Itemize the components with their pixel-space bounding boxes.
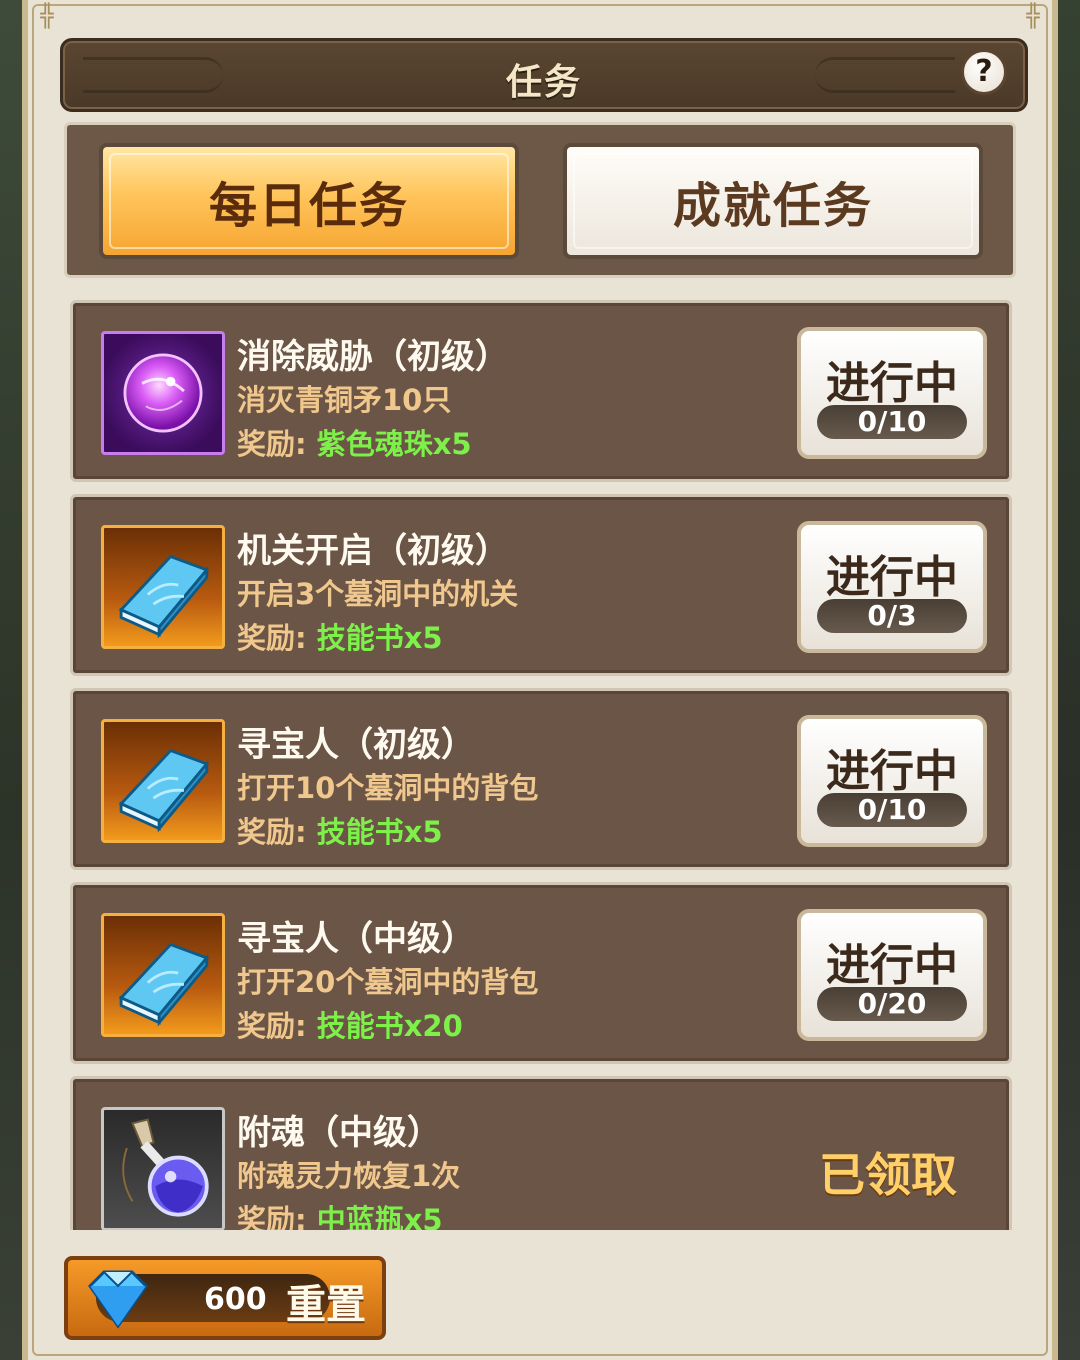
- skill-book-icon: [101, 525, 225, 649]
- task-description: 打开10个墓洞中的背包: [237, 771, 539, 805]
- task-row: 机关开启（初级） 开启3个墓洞中的机关 奖励: 技能书x5 进行中 0/3: [70, 494, 1012, 676]
- task-description: 打开20个墓洞中的背包: [237, 965, 539, 999]
- task-row: 消除威胁（初级） 消灭青铜矛10只 奖励: 紫色魂珠x5 进行中 0/10: [70, 300, 1012, 482]
- reward-value: 技能书x20: [316, 1009, 463, 1043]
- reward-label: 奖励:: [237, 621, 307, 655]
- tab-label: 成就任务: [672, 178, 873, 234]
- task-name: 消除威胁（初级）: [237, 337, 509, 377]
- task-name: 附魂（中级）: [237, 1113, 441, 1153]
- help-icon: ?: [975, 54, 993, 89]
- purple-orb-icon: [101, 331, 225, 455]
- skill-book-icon: [101, 719, 225, 843]
- task-reward: 奖励: 紫色魂珠x5: [237, 421, 472, 463]
- task-reward: 奖励: 技能书x5: [237, 809, 443, 851]
- task-list[interactable]: 消除威胁（初级） 消灭青铜矛10只 奖励: 紫色魂珠x5 进行中 0/10 机关…: [70, 300, 1012, 1230]
- task-reward: 奖励: 技能书x5: [237, 615, 443, 657]
- corner-ornament-icon: ╬: [40, 4, 54, 29]
- blue-potion-icon: [101, 1107, 225, 1230]
- task-status-button[interactable]: 进行中 0/10: [797, 715, 987, 847]
- background-left: [0, 0, 24, 1360]
- title-bar: 任务 ?: [60, 38, 1028, 112]
- reward-value: 技能书x5: [316, 621, 443, 655]
- skill-book-icon: [101, 913, 225, 1037]
- reset-label: 重置: [286, 1282, 366, 1328]
- task-name: 机关开启（初级）: [237, 531, 509, 571]
- tab-label: 每日任务: [208, 178, 409, 234]
- reward-label: 奖励:: [237, 427, 307, 461]
- task-description: 附魂灵力恢复1次: [237, 1159, 461, 1193]
- diamond-icon: [78, 1264, 158, 1334]
- task-name: 寻宝人（初级）: [237, 725, 475, 765]
- task-row: 附魂（中级） 附魂灵力恢复1次 奖励: 中蓝瓶x5 已领取: [70, 1076, 1012, 1230]
- status-label: 进行中: [826, 940, 958, 991]
- reward-label: 奖励:: [237, 1203, 307, 1230]
- tab-achievement-tasks[interactable]: 成就任务: [563, 143, 983, 259]
- task-description: 开启3个墓洞中的机关: [237, 577, 519, 611]
- progress-count: 0/20: [817, 987, 967, 1021]
- task-row: 寻宝人（初级） 打开10个墓洞中的背包 奖励: 技能书x5 进行中 0/10: [70, 688, 1012, 870]
- task-status-button[interactable]: 进行中 0/20: [797, 909, 987, 1041]
- progress-count: 0/3: [817, 599, 967, 633]
- task-row: 寻宝人（中级） 打开20个墓洞中的背包 奖励: 技能书x20 进行中 0/20: [70, 882, 1012, 1064]
- task-status-button[interactable]: 进行中 0/10: [797, 327, 987, 459]
- status-label: 进行中: [826, 552, 958, 603]
- tab-daily-tasks[interactable]: 每日任务: [99, 143, 519, 259]
- claimed-status: 已领取: [819, 1148, 957, 1202]
- corner-ornament-icon: ╬: [1026, 4, 1040, 29]
- task-name: 寻宝人（中级）: [237, 919, 475, 959]
- page-title: 任务: [505, 62, 582, 103]
- status-label: 进行中: [826, 358, 958, 409]
- background-right: [1056, 0, 1080, 1360]
- task-reward: 奖励: 技能书x20: [237, 1003, 463, 1045]
- reward-value: 紫色魂珠x5: [316, 427, 472, 461]
- help-button[interactable]: ?: [961, 49, 1007, 95]
- status-label: 进行中: [826, 746, 958, 797]
- tab-bar: 每日任务 成就任务: [64, 122, 1016, 278]
- gem-cost: 600: [204, 1282, 267, 1317]
- reward-value: 技能书x5: [316, 815, 443, 849]
- progress-count: 0/10: [817, 793, 967, 827]
- reward-value: 中蓝瓶x5: [316, 1203, 443, 1230]
- reward-label: 奖励:: [237, 815, 307, 849]
- reward-label: 奖励:: [237, 1009, 307, 1043]
- task-status-button[interactable]: 进行中 0/3: [797, 521, 987, 653]
- task-reward: 奖励: 中蓝瓶x5: [237, 1197, 443, 1230]
- reset-button[interactable]: 600 重置: [64, 1256, 386, 1340]
- progress-count: 0/10: [817, 405, 967, 439]
- task-description: 消灭青铜矛10只: [237, 383, 452, 417]
